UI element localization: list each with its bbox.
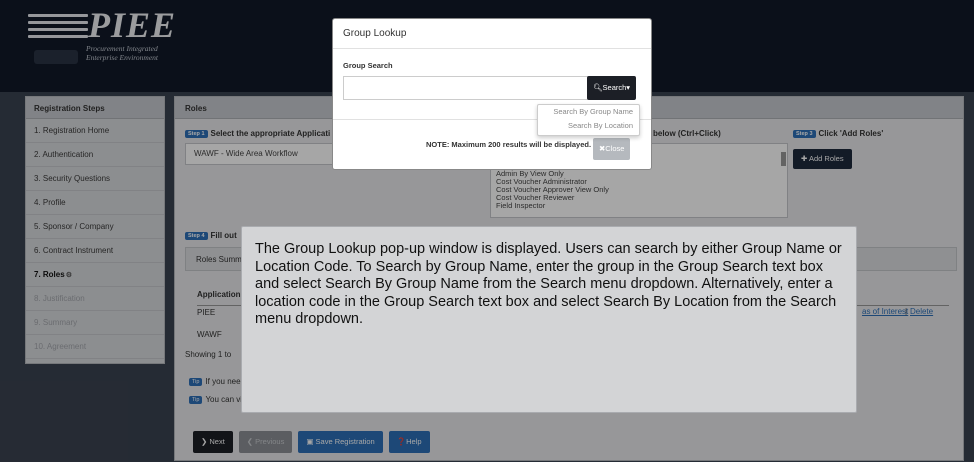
group-search-label: Group Search: [343, 61, 393, 70]
max-results-note: NOTE: Maximum 200 results will be displa…: [426, 140, 592, 149]
search-by-group-name-option[interactable]: Search By Group Name: [538, 105, 639, 119]
search-label: Search: [602, 83, 627, 92]
close-button[interactable]: ✖Close: [593, 138, 631, 160]
group-search-input[interactable]: [343, 76, 588, 100]
search-dropdown-button[interactable]: 🔍︎Search▾: [587, 76, 637, 100]
instruction-callout: The Group Lookup pop-up window is displa…: [241, 226, 857, 413]
group-lookup-modal: Group Lookup Group Search 🔍︎Search▾ NOTE…: [332, 18, 652, 170]
caret-down-icon: ▾: [626, 83, 631, 92]
search-by-location-option[interactable]: Search By Location: [538, 119, 639, 133]
search-menu-dropdown: Search By Group Name Search By Location: [537, 104, 640, 136]
search-icon: 🔍︎: [593, 83, 603, 92]
close-label: Close: [605, 144, 625, 153]
modal-title: Group Lookup: [333, 19, 651, 49]
